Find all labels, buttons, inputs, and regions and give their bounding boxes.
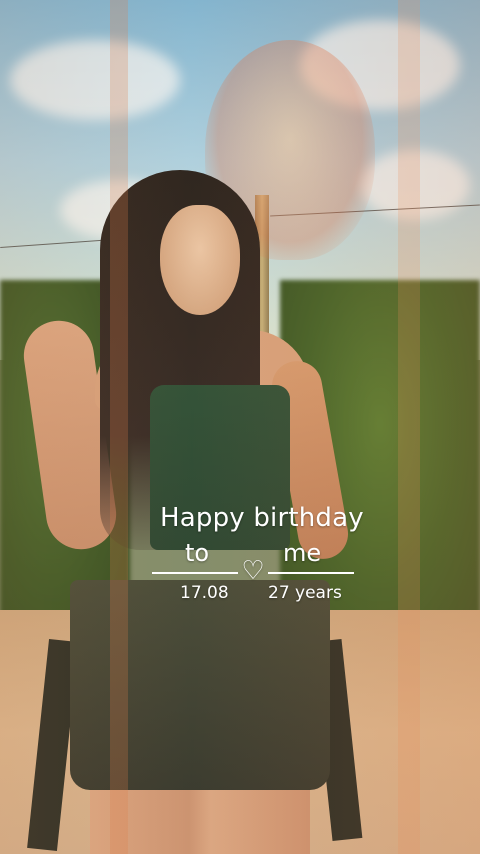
birthday-age: 27 years xyxy=(268,583,342,603)
birthday-story-screen: Happy birthday to me ♡ 17.08 27 years xyxy=(0,0,480,854)
birthday-date: 17.08 xyxy=(180,583,229,603)
greeting-to: to xyxy=(185,539,210,567)
divider-right xyxy=(268,572,354,574)
greeting-me: me xyxy=(283,539,322,567)
heart-outline-icon: ♡ xyxy=(241,556,265,586)
divider-left xyxy=(152,572,238,574)
color-overlay xyxy=(0,0,480,854)
greeting-title: Happy birthday xyxy=(160,503,364,533)
